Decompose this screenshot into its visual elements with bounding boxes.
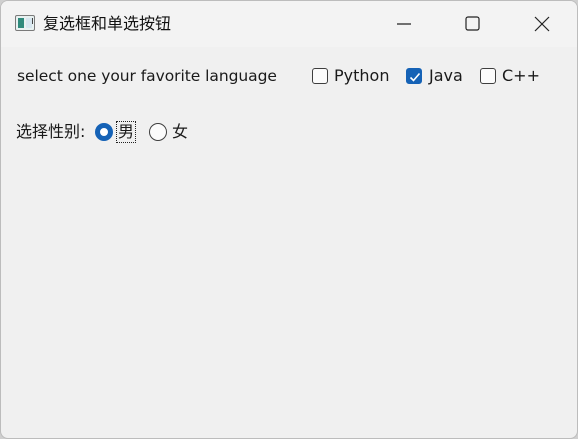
maximize-button[interactable] (449, 1, 495, 47)
checkbox-python[interactable] (312, 68, 328, 84)
window-title: 复选框和单选按钮 (43, 14, 172, 33)
maximize-icon (465, 16, 480, 31)
checkbox-cpp[interactable] (480, 68, 496, 84)
title-bar[interactable]: 复选框和单选按钮 (1, 1, 577, 47)
checkbox-python-label[interactable]: Python (334, 66, 389, 86)
gender-group-label: 选择性别: (16, 122, 86, 141)
app-window: 复选框和单选按钮 select one your favorite langua… (0, 0, 578, 439)
radio-male[interactable] (95, 123, 113, 141)
checkbox-cpp-label[interactable]: C++ (502, 66, 540, 86)
radio-female[interactable] (149, 123, 167, 141)
radio-female-label[interactable]: 女 (172, 122, 188, 142)
close-button[interactable] (519, 1, 565, 47)
close-icon (534, 16, 550, 32)
language-group-label: select one your favorite language (17, 67, 277, 85)
minimize-button[interactable] (381, 1, 427, 47)
checkmark-icon (409, 72, 421, 82)
app-window-icon (15, 15, 35, 31)
radio-male-label[interactable]: 男 (115, 121, 137, 143)
main-content: select one your favorite language Python… (1, 47, 577, 438)
checkbox-java-label[interactable]: Java (429, 66, 463, 86)
minimize-icon (397, 23, 411, 25)
checkbox-java[interactable] (406, 68, 422, 84)
